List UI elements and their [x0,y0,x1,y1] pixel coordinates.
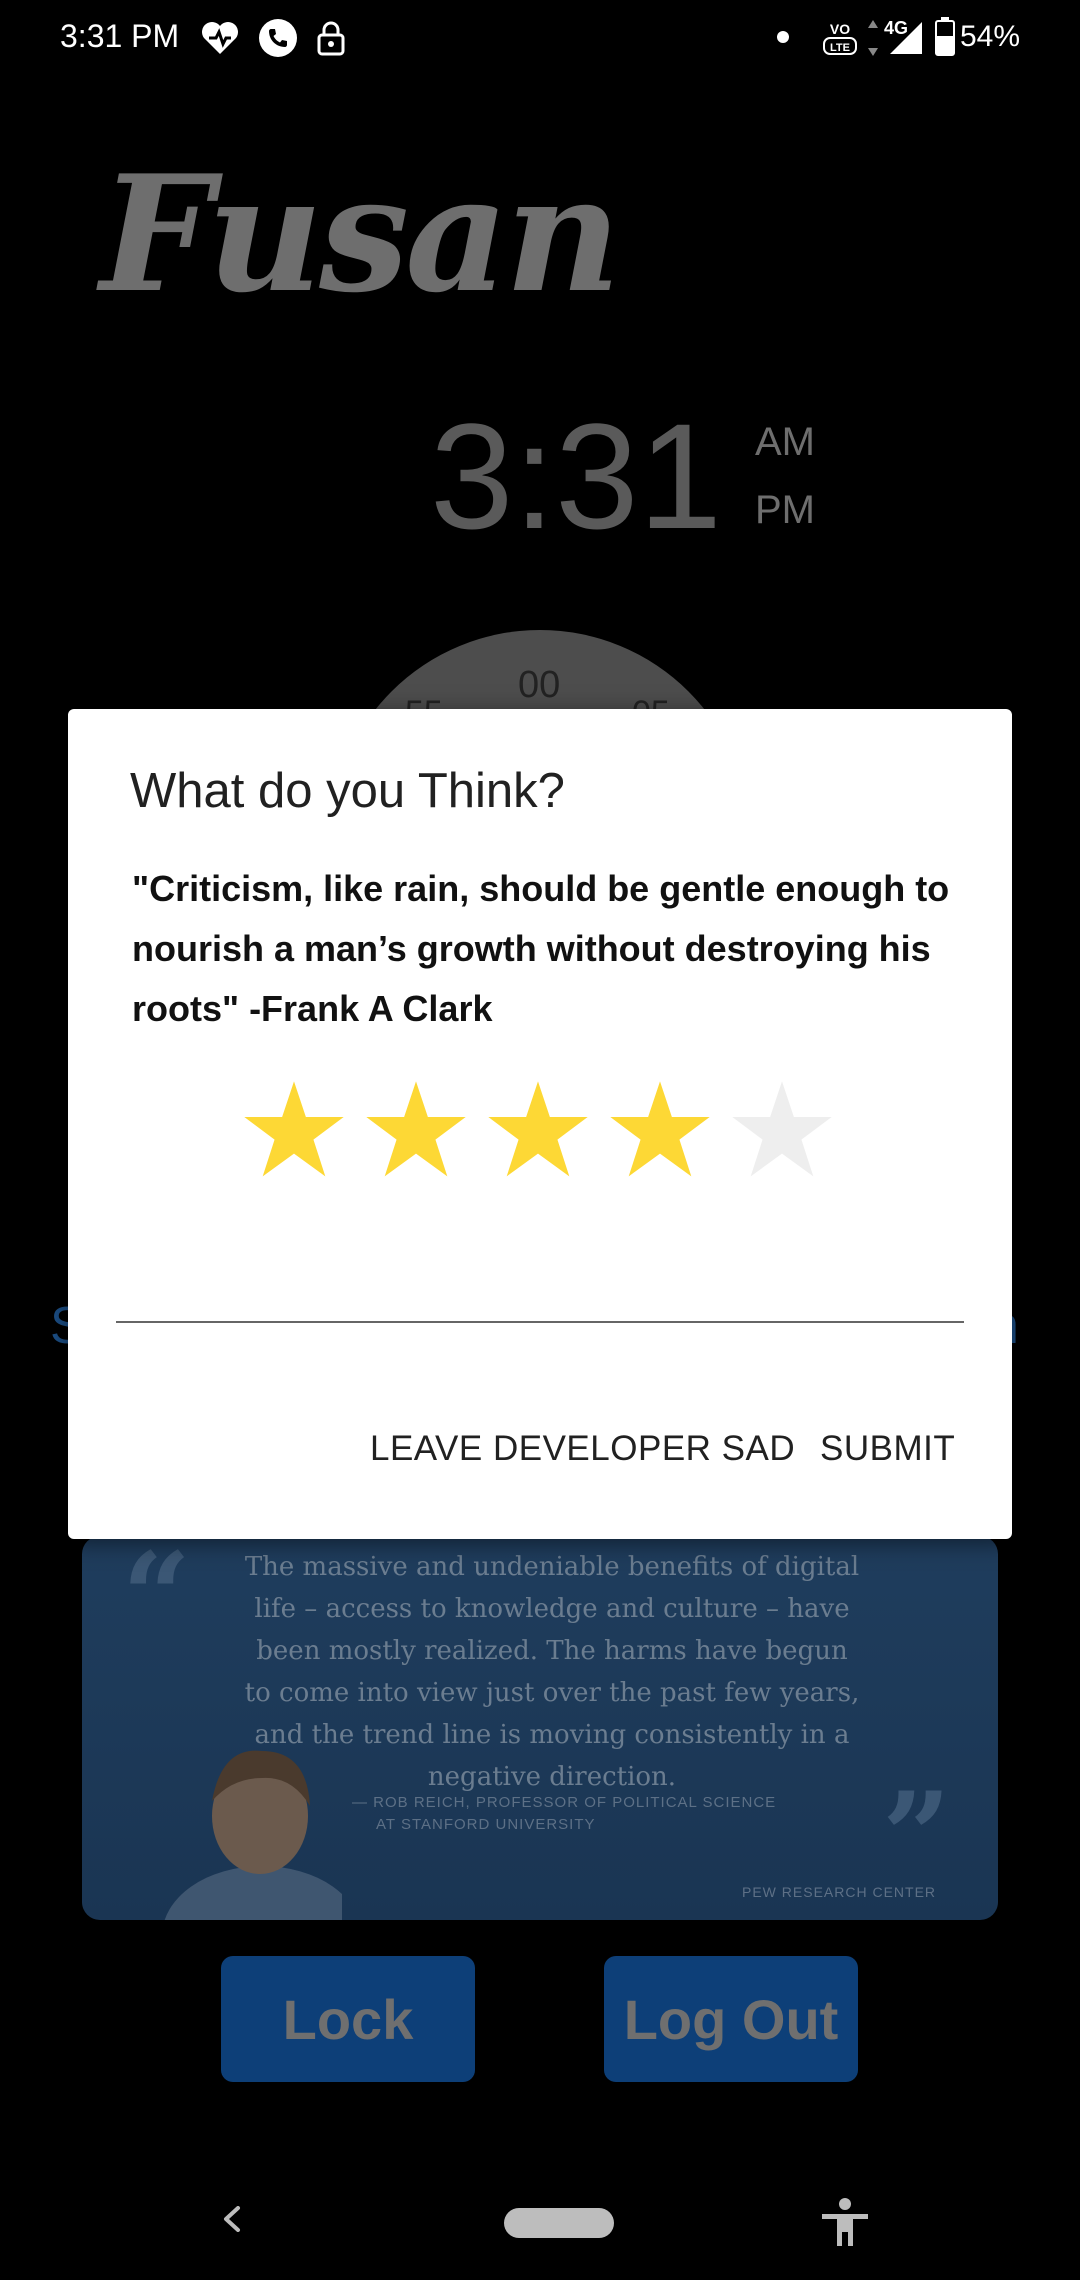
volte-icon: VO LTE [823,21,857,55]
back-icon[interactable] [220,2206,246,2232]
svg-text:LTE: LTE [830,42,850,54]
feedback-input[interactable] [116,1249,968,1321]
rating-bar[interactable] [240,1077,836,1185]
battery-icon [935,17,955,56]
clock-time: 3:31 [430,392,722,560]
status-notification-icons [200,14,346,62]
open-quote-icon: “ [122,1536,192,1667]
signal-icon [890,22,922,54]
dialog-quote: "Criticism, like rain, should be gentle … [132,868,950,1029]
dial-label-00: 00 [518,664,561,706]
data-arrows-icon [868,20,878,56]
star-icon[interactable] [484,1077,592,1185]
logout-button[interactable]: Log Out [604,1956,858,2082]
app-logo: Fusan [100,140,621,328]
am-toggle[interactable]: AM [755,420,815,465]
feedback-input-underline [116,1321,964,1323]
star-icon[interactable] [362,1077,470,1185]
quote-source: PEW RESEARCH CENTER [742,1884,937,1900]
star-icon[interactable] [240,1077,348,1185]
pm-toggle[interactable]: PM [755,488,815,533]
star-icon[interactable] [728,1077,836,1185]
feedback-dialog: What do you Think? "Criticism, like rain… [68,709,1012,1539]
lock-icon [317,21,345,56]
lock-button[interactable]: Lock [221,1956,475,2082]
dot-icon [777,31,789,43]
submit-button[interactable]: SUBMIT [820,1429,955,1469]
battery-percent: 54% [959,20,1020,53]
star-icon[interactable] [606,1077,714,1185]
portrait-image [164,1750,342,1920]
quote-card: “ The massive and undeniable benefits of… [82,1536,998,1920]
leave-developer-sad-button[interactable]: LEAVE DEVELOPER SAD [370,1429,795,1469]
attribution-line-1: — ROB REICH, PROFESSOR OF POLITICAL SCIE… [352,1794,777,1811]
heart-icon [202,22,238,54]
svg-text:VO: VO [830,21,850,37]
attribution-line-2: AT STANFORD UNIVERSITY [376,1816,596,1833]
call-icon [259,19,297,57]
accessibility-icon[interactable] [818,2196,872,2250]
status-time: 3:31 PM [60,18,180,54]
quote-attribution: — ROB REICH, PROFESSOR OF POLITICAL SCIE… [352,1792,792,1836]
status-bar: 3:31 PM VO LTE 4G 54% [0,0,1080,76]
home-pill-icon[interactable] [504,2208,614,2238]
dialog-title: What do you Think? [130,764,565,818]
